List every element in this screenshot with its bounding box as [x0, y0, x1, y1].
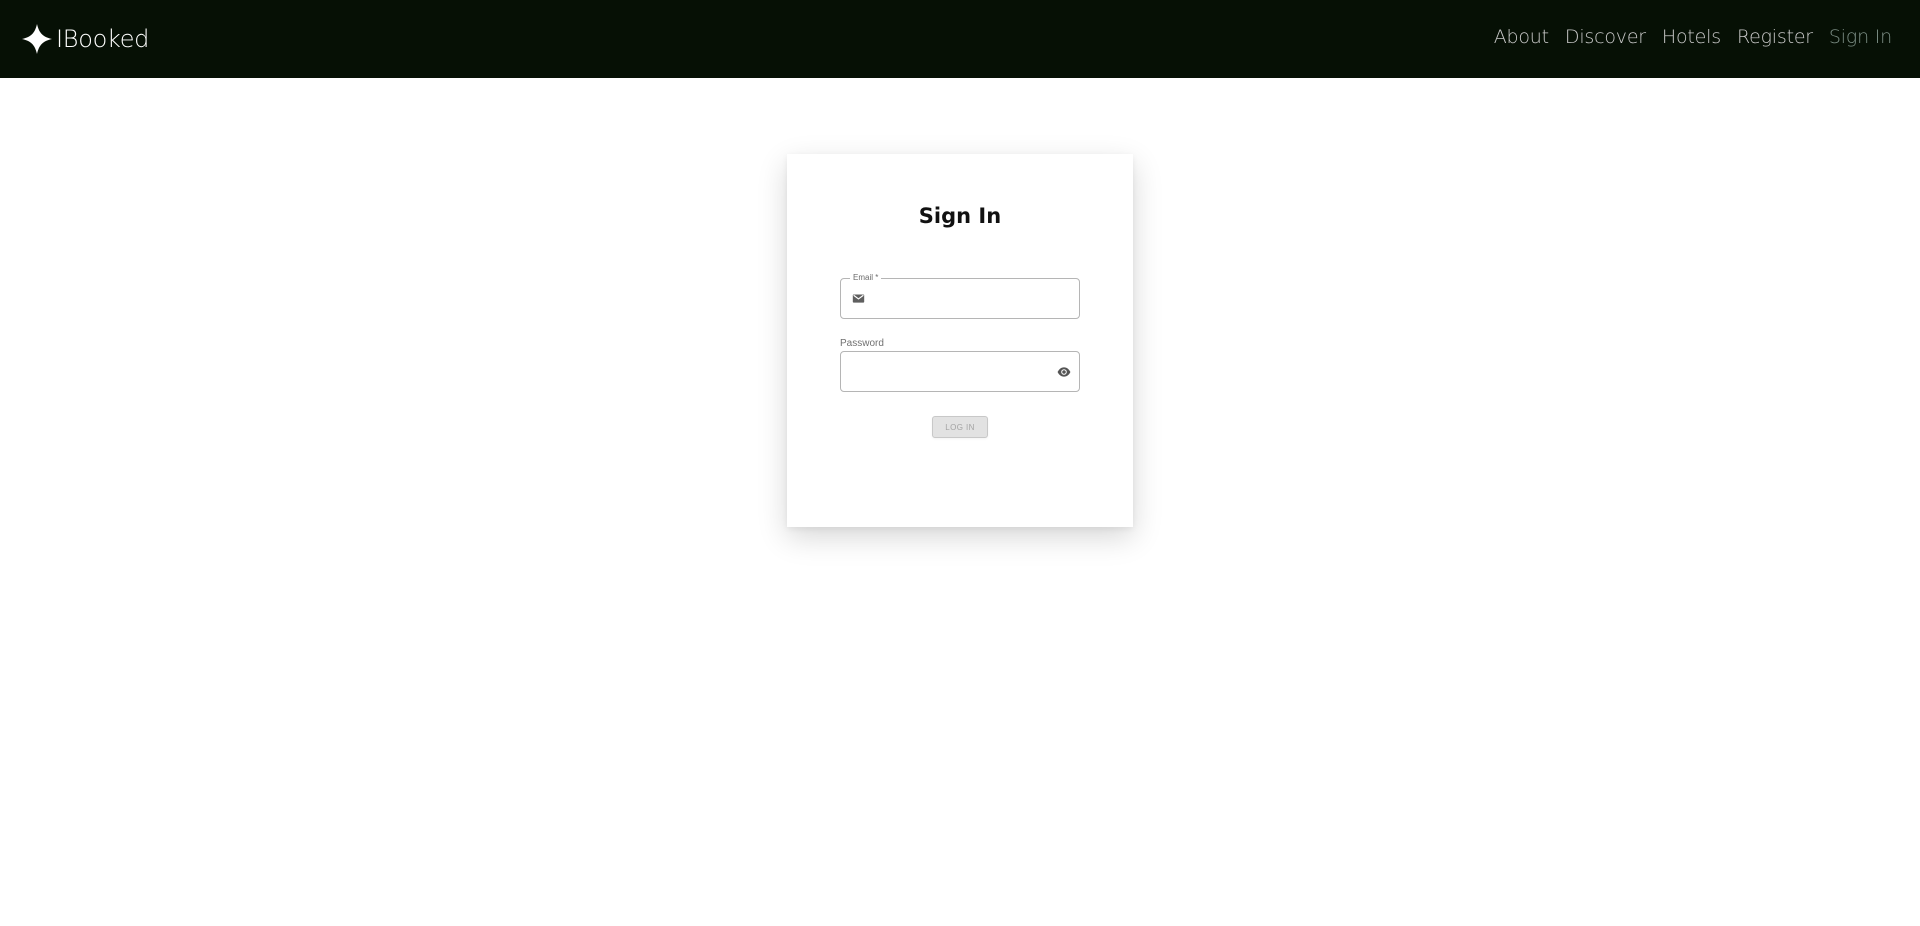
nav-discover-link[interactable]: Discover — [1565, 26, 1646, 48]
nav-about-link[interactable]: About — [1494, 26, 1549, 48]
nav-sign-in-link[interactable]: Sign In — [1829, 26, 1892, 48]
password-field — [840, 351, 1080, 392]
brand-name: IBooked — [56, 25, 150, 53]
password-label: Password — [840, 338, 884, 349]
login-button[interactable]: LOG IN — [932, 416, 988, 438]
email-input[interactable] — [841, 279, 1079, 318]
nav-hotels-link[interactable]: Hotels — [1662, 26, 1721, 48]
brand-home-link[interactable]: IBooked — [20, 22, 149, 56]
eye-icon[interactable] — [1057, 366, 1071, 378]
four-point-star-icon — [22, 24, 52, 54]
password-input[interactable] — [841, 352, 1079, 391]
top-navbar: IBooked About Discover Hotels Register S… — [0, 0, 1920, 78]
sign-in-card: Sign In Email * Password LOG IN — [787, 154, 1133, 527]
primary-navigation: About Discover Hotels Register Sign In — [1494, 26, 1892, 48]
sign-in-title: Sign In — [918, 204, 1002, 228]
email-field: Email * — [840, 273, 1080, 319]
nav-register-link[interactable]: Register — [1737, 26, 1813, 48]
